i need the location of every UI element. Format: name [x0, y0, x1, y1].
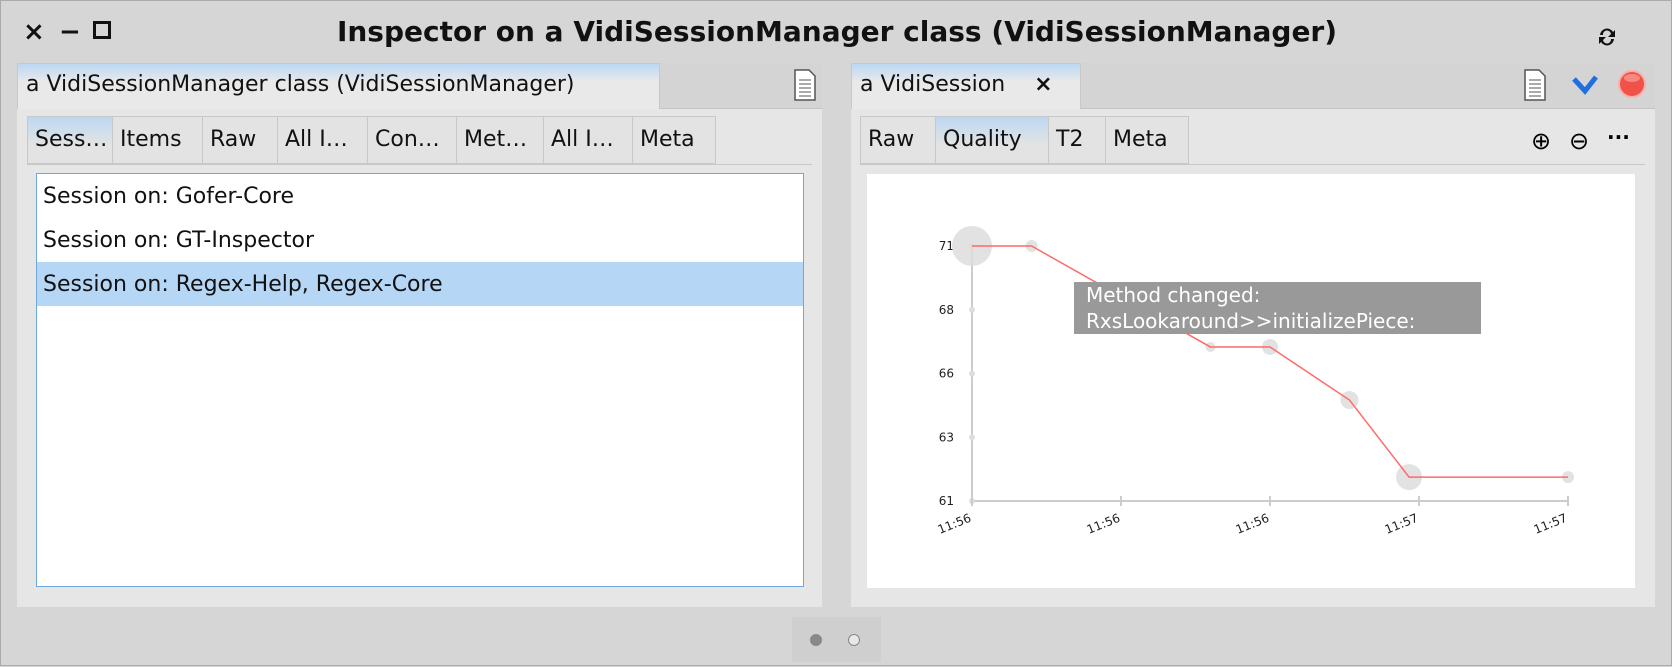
- y-tick-mark: [969, 306, 975, 313]
- series-line: [972, 245, 1568, 478]
- x-tick-label: 11:57: [1532, 511, 1569, 537]
- pager: [792, 617, 881, 662]
- y-tick-label: 63: [939, 430, 954, 444]
- x-tick-label: 11:56: [936, 511, 973, 537]
- y-tick-mark: [969, 370, 975, 377]
- y-tick-label: 66: [939, 367, 954, 381]
- y-tick-label: 68: [939, 303, 954, 317]
- x-tick-label: 11:56: [1085, 511, 1122, 537]
- page-dot-active[interactable]: [810, 634, 822, 646]
- page-dot[interactable]: [848, 634, 860, 646]
- x-tick-label: 11:57: [1383, 511, 1420, 537]
- tooltip-line-2: RxsLookaround>>initializePiece:: [1086, 309, 1416, 333]
- quality-line-chart: 61 63 66 68 71 11:56 11:56 11:56 11:57 11:57: [936, 226, 1574, 537]
- tooltip-line-1: Method changed:: [1086, 283, 1261, 307]
- y-tick-label: 61: [939, 494, 954, 508]
- tooltip: Method changed: RxsLookaround>>initializ…: [1074, 282, 1481, 334]
- y-tick-label: 71: [939, 239, 954, 253]
- x-tick-label: 11:56: [1234, 511, 1271, 537]
- y-tick-mark: [969, 434, 975, 441]
